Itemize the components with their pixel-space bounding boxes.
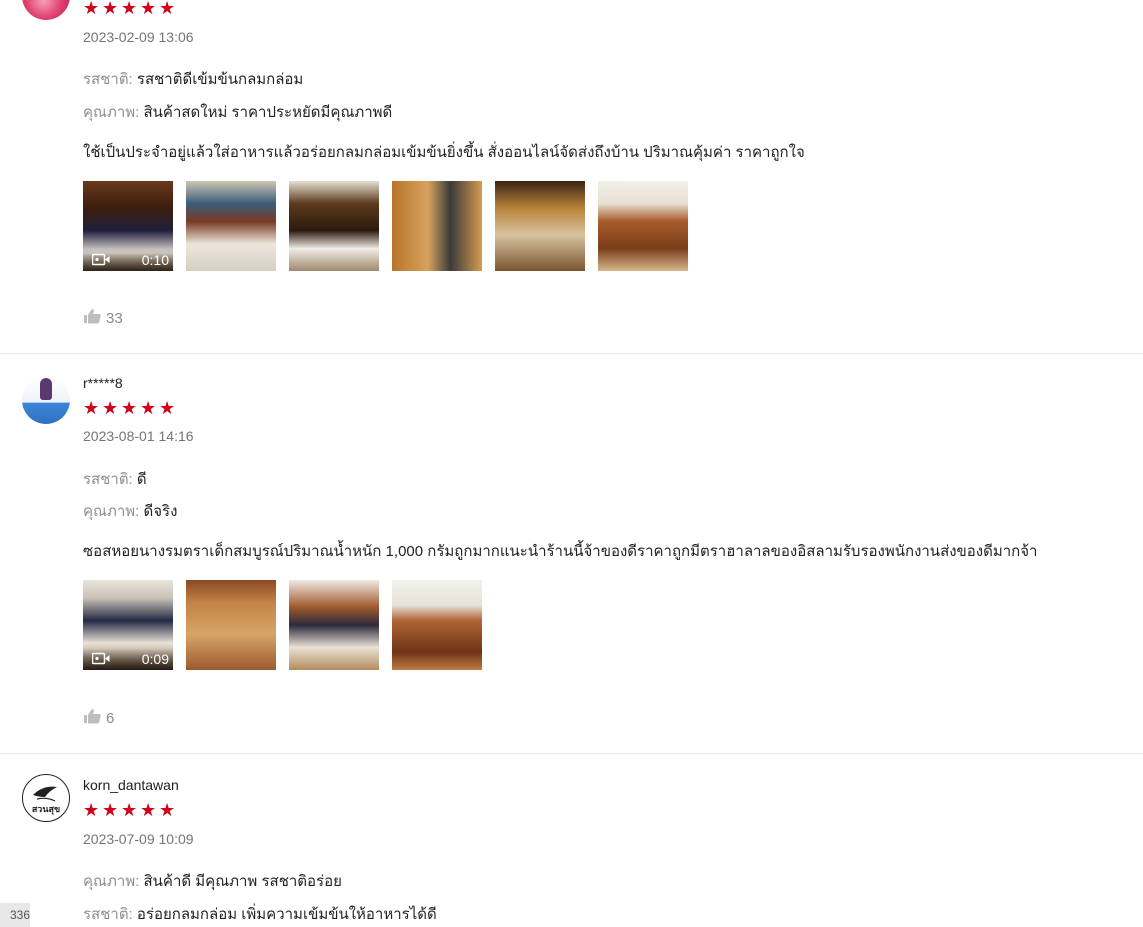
video-duration: 0:10 (141, 252, 169, 268)
review-attribute: คุณภาพ: ดีจริง (83, 499, 177, 523)
attribute-label: คุณภาพ: (83, 873, 140, 890)
video-duration: 0:09 (141, 651, 169, 667)
video-thumbnail[interactable]: 0:09 (83, 580, 173, 670)
video-thumbnail[interactable]: 0:10 (83, 181, 173, 271)
video-camera-icon (91, 253, 110, 269)
like-count: 33 (106, 309, 123, 327)
reviewer-name[interactable]: korn_dantawan (83, 777, 179, 793)
review-date: 2023-08-01 14:16 (83, 428, 194, 444)
thumbs-up-icon (83, 308, 101, 328)
rating-stars: ★ ★ ★ ★ ★ (83, 398, 176, 418)
star-icon: ★ (83, 0, 100, 18)
attribute-value: รสชาติดีเข้มข้นกลมกล่อม (136, 71, 304, 88)
video-camera-icon (91, 652, 110, 668)
star-icon: ★ (102, 800, 119, 820)
review-attribute: คุณภาพ: สินค้าสดใหม่ ราคาประหยัดมีคุณภาพ… (83, 100, 392, 124)
star-icon: ★ (159, 800, 176, 820)
photo-thumbnail[interactable] (392, 181, 482, 271)
attribute-value: ดีจริง (143, 503, 178, 520)
photo-thumbnail[interactable] (495, 181, 585, 271)
thumbs-up-icon (83, 708, 101, 728)
review-date: 2023-02-09 13:06 (83, 29, 194, 45)
star-icon: ★ (159, 398, 176, 418)
star-icon: ★ (140, 0, 157, 18)
review-media: 0:10 (83, 181, 688, 271)
rating-stars: ★ ★ ★ ★ ★ (83, 0, 176, 17)
like-button[interactable]: 33 (83, 308, 123, 328)
photo-thumbnail[interactable] (289, 181, 379, 271)
review-item: สวนสุข korn_dantawan ★ ★ ★ ★ ★ 2023-07-0… (0, 754, 1143, 927)
like-button[interactable]: 6 (83, 708, 114, 728)
attribute-label: คุณภาพ: (83, 104, 140, 121)
star-icon: ★ (121, 0, 138, 18)
avatar[interactable] (22, 0, 70, 20)
photo-thumbnail[interactable] (598, 181, 688, 271)
attribute-value: ดี (136, 471, 147, 488)
attribute-value: สินค้าดี มีคุณภาพ รสชาติอร่อย (143, 873, 342, 890)
review-item: r*****8 ★ ★ ★ ★ ★ 2023-08-01 14:16 รสชาต… (0, 354, 1143, 754)
star-icon: ★ (102, 398, 119, 418)
avatar-logo-text: สวนสุข (31, 804, 61, 814)
attribute-label: รสชาติ: (83, 906, 133, 923)
review-attribute: รสชาติ: ดี (83, 467, 147, 491)
reviewer-name[interactable]: r*****8 (83, 375, 123, 391)
video-bar: 0:10 (83, 249, 173, 271)
attribute-value: สินค้าสดใหม่ ราคาประหยัดมีคุณภาพดี (143, 104, 393, 121)
review-date: 2023-07-09 10:09 (83, 831, 194, 847)
star-icon: ★ (83, 800, 100, 820)
avatar-figure (40, 378, 52, 400)
star-icon: ★ (102, 0, 119, 18)
review-attribute: คุณภาพ: สินค้าดี มีคุณภาพ รสชาติอร่อย (83, 869, 342, 893)
review-media: 0:09 (83, 580, 482, 670)
attribute-label: รสชาติ: (83, 471, 133, 488)
attribute-value: อร่อยกลมกล่อม เพิ่มความเข้มข้นให้อาหารได… (136, 906, 437, 923)
star-icon: ★ (83, 398, 100, 418)
review-comment: ซอสหอยนางรมตราเด็กสมบูรณ์ปริมาณน้ำหนัก 1… (83, 543, 1038, 560)
star-icon: ★ (121, 800, 138, 820)
star-icon: ★ (140, 800, 157, 820)
attribute-label: คุณภาพ: (83, 503, 140, 520)
review-attribute: รสชาติ: รสชาติดีเข้มข้นกลมกล่อม (83, 67, 303, 91)
review-item: ★ ★ ★ ★ ★ 2023-02-09 13:06 รสชาติ: รสชาต… (0, 0, 1143, 354)
star-icon: ★ (121, 398, 138, 418)
photo-thumbnail[interactable] (289, 580, 379, 670)
video-bar: 0:09 (83, 648, 173, 670)
photo-thumbnail[interactable] (186, 580, 276, 670)
review-attribute: รสชาติ: อร่อยกลมกล่อม เพิ่มความเข้มข้นให… (83, 902, 437, 926)
review-comment: ใช้เป็นประจำอยู่แล้วใส่อาหารแล้วอร่อยกลม… (83, 144, 805, 161)
page-indicator-badge: 336 (0, 903, 30, 927)
attribute-label: รสชาติ: (83, 71, 133, 88)
rating-stars: ★ ★ ★ ★ ★ (83, 800, 176, 820)
avatar[interactable] (22, 376, 70, 424)
avatar[interactable]: สวนสุข (22, 774, 70, 822)
photo-thumbnail[interactable] (392, 580, 482, 670)
star-icon: ★ (140, 398, 157, 418)
star-icon: ★ (159, 0, 176, 18)
like-count: 6 (106, 709, 115, 727)
photo-thumbnail[interactable] (186, 181, 276, 271)
